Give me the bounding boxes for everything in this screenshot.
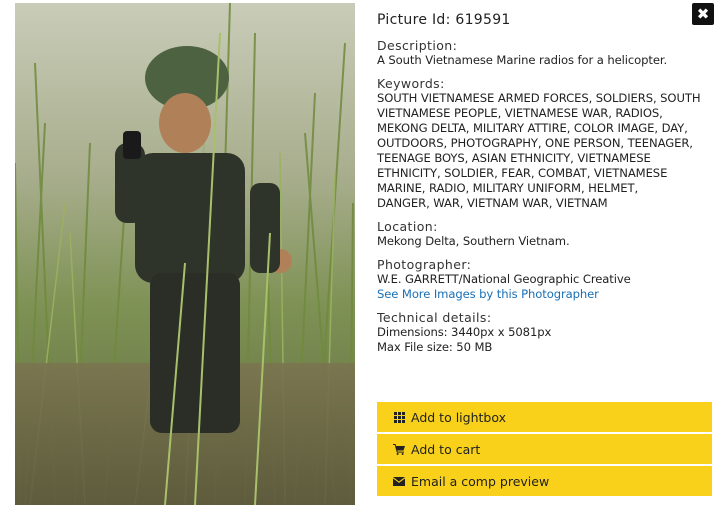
description-label: Description: xyxy=(377,38,458,53)
keywords-line: TEENAGE BOYS, ASIAN ETHNICITY, VIETNAMES… xyxy=(377,151,651,165)
email-comp-preview-button[interactable]: Email a comp preview xyxy=(377,466,712,496)
keywords-line: MARINE, RADIO, MILITARY UNIFORM, HELMET, xyxy=(377,181,639,195)
email-comp-preview-label: Email a comp preview xyxy=(411,473,550,489)
dimensions-text: Dimensions: 3440px x 5081px xyxy=(377,325,552,339)
location-section: Location: Mekong Delta, Southern Vietnam… xyxy=(377,219,713,249)
photo xyxy=(15,3,355,505)
keywords-line: VIETNAMESE PEOPLE, VIETNAMESE WAR, RADIO… xyxy=(377,106,663,120)
add-to-lightbox-button[interactable]: Add to lightbox xyxy=(377,402,712,432)
keywords-line: SOUTH VIETNAMESE ARMED FORCES, SOLDIERS,… xyxy=(377,91,701,105)
technical-section: Technical details: Dimensions: 3440px x … xyxy=(377,310,713,355)
location-label: Location: xyxy=(377,219,438,234)
soldier-photo-image xyxy=(15,3,355,505)
actions-panel: Add to lightbox Add to cart Email a comp… xyxy=(377,402,712,498)
location-text: Mekong Delta, Southern Vietnam. xyxy=(377,234,570,248)
photographer-more-link[interactable]: See More Images by this Photographer xyxy=(377,287,713,302)
photographer-section: Photographer: W.E. GARRETT/National Geog… xyxy=(377,257,713,302)
description-section: Description: A South Vietnamese Marine r… xyxy=(377,38,713,68)
envelope-icon xyxy=(392,476,406,486)
photographer-name: W.E. GARRETT/National Geographic Creativ… xyxy=(377,272,631,286)
keywords-line: ETHNICITY, SOLDIER, FEAR, COMBAT, VIETNA… xyxy=(377,166,668,180)
add-to-cart-label: Add to cart xyxy=(411,441,481,457)
keywords-text: SOUTH VIETNAMESE ARMED FORCES, SOLDIERS,… xyxy=(377,91,713,211)
keywords-line: MEKONG DELTA, MILITARY ATTIRE, COLOR IMA… xyxy=(377,121,688,135)
picture-info-panel: Picture Id: 619591 Description: A South … xyxy=(377,12,713,363)
cart-icon xyxy=(392,443,406,455)
keywords-line: OUTDOORS, PHOTOGRAPHY, ONE PERSON, TEENA… xyxy=(377,136,693,150)
grid-icon xyxy=(392,411,406,423)
add-to-lightbox-label: Add to lightbox xyxy=(411,409,506,425)
file-size-text: Max File size: 50 MB xyxy=(377,340,493,354)
description-text: A South Vietnamese Marine radios for a h… xyxy=(377,53,668,67)
photographer-label: Photographer: xyxy=(377,257,472,272)
picture-id: Picture Id: 619591 xyxy=(377,12,511,28)
keywords-label: Keywords: xyxy=(377,76,445,91)
add-to-cart-button[interactable]: Add to cart xyxy=(377,434,712,464)
keywords-line: DANGER, WAR, VIETNAM WAR, VIETNAM xyxy=(377,196,608,210)
keywords-section: Keywords: SOUTH VIETNAMESE ARMED FORCES,… xyxy=(377,76,713,211)
technical-label: Technical details: xyxy=(377,310,492,325)
